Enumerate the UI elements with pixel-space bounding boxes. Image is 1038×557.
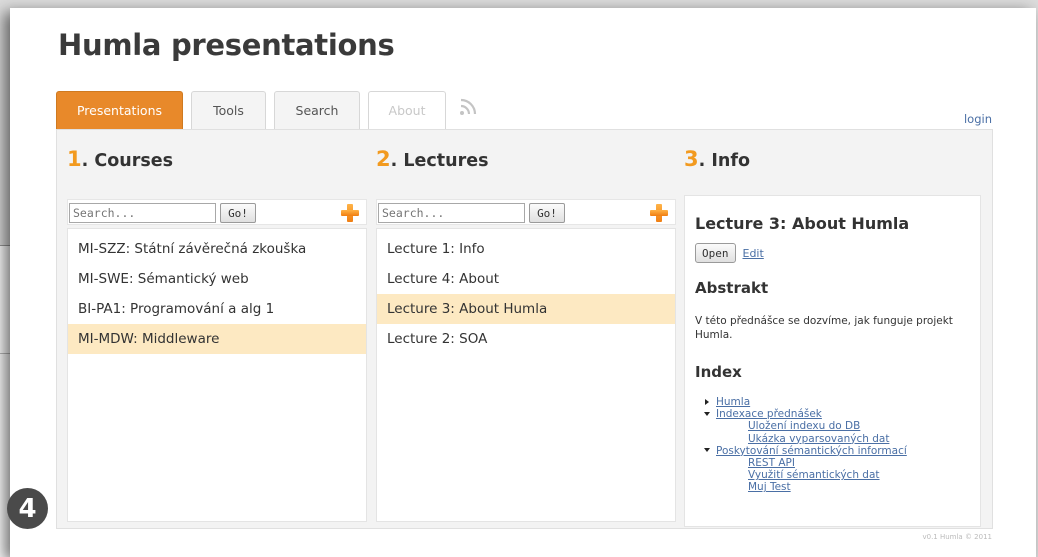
- abstract-heading: Abstrakt: [695, 279, 769, 297]
- login-link[interactable]: login: [964, 112, 992, 126]
- collapse-arrow-icon[interactable]: [703, 410, 712, 419]
- lecture-title: Lecture 3: About Humla: [695, 214, 910, 233]
- list-item[interactable]: Lecture 3: About Humla: [377, 294, 675, 324]
- browser-panel: 1. Courses Go! MI-SZZ: Státní závěrečná …: [56, 129, 993, 529]
- list-item[interactable]: Lecture 2: SOA: [377, 324, 675, 354]
- collapse-arrow-icon[interactable]: [703, 446, 712, 455]
- lectures-title: . Lectures: [390, 151, 489, 171]
- expand-arrow-icon[interactable]: [703, 398, 712, 407]
- info-heading: 3. Info: [684, 147, 750, 171]
- tab-about[interactable]: About: [368, 91, 446, 129]
- tree-link[interactable]: Muj Test: [748, 481, 791, 493]
- main-window: Humla presentations Presentations Tools …: [10, 8, 1036, 557]
- tree-item: Humla: [695, 396, 980, 408]
- tree-link[interactable]: Využití sémantických dat: [748, 469, 880, 481]
- tab-presentations[interactable]: Presentations: [56, 91, 183, 129]
- list-item[interactable]: Lecture 1: Info: [377, 234, 675, 264]
- abstract-text: V této přednášce se dozvíme, jak funguje…: [695, 315, 953, 341]
- list-item[interactable]: MI-SWE: Sémantický web: [68, 264, 366, 294]
- courses-search-bar: Go!: [67, 199, 367, 225]
- list-item[interactable]: MI-SZZ: Státní závěrečná zkouška: [68, 234, 366, 264]
- info-title: . Info: [698, 151, 750, 171]
- tree-link[interactable]: Ukázka vyparsovaných dat: [748, 433, 889, 445]
- courses-go-button[interactable]: Go!: [220, 203, 256, 223]
- tree-link[interactable]: Poskytování sémantických informací: [716, 445, 907, 457]
- tree-item: Uložení indexu do DB: [695, 420, 980, 432]
- tab-bar: Presentations Tools Search About: [56, 88, 478, 129]
- courses-list: MI-SZZ: Státní závěrečná zkouška MI-SWE:…: [67, 228, 367, 522]
- tree-item: Indexace přednášek: [695, 408, 980, 420]
- step-badge: 4: [7, 488, 48, 529]
- info-panel: Lecture 3: About Humla Open Edit Abstrak…: [684, 195, 981, 527]
- list-item[interactable]: BI-PA1: Programování a alg 1: [68, 294, 366, 324]
- tree-item: Využití sémantických dat: [695, 469, 980, 481]
- tree-link[interactable]: Uložení indexu do DB: [748, 420, 860, 432]
- info-step-number: 3: [684, 147, 699, 171]
- tree-link[interactable]: Indexace přednášek: [716, 408, 822, 420]
- lectures-list: Lecture 1: Info Lecture 4: About Lecture…: [376, 228, 676, 522]
- rss-icon[interactable]: [458, 97, 478, 117]
- courses-step-number: 1: [67, 147, 82, 171]
- tab-tools[interactable]: Tools: [191, 91, 266, 129]
- add-lecture-icon[interactable]: [649, 203, 669, 223]
- tab-search[interactable]: Search: [274, 91, 360, 129]
- index-heading: Index: [695, 363, 742, 381]
- lectures-heading: 2. Lectures: [376, 147, 489, 171]
- lectures-search-bar: Go!: [376, 199, 676, 225]
- lectures-step-number: 2: [376, 147, 391, 171]
- lectures-search-input[interactable]: [378, 203, 525, 223]
- add-course-icon[interactable]: [340, 203, 360, 223]
- courses-heading: 1. Courses: [67, 147, 173, 171]
- tree-item: REST API: [695, 457, 980, 469]
- list-item[interactable]: MI-MDW: Middleware: [68, 324, 366, 354]
- edit-link[interactable]: Edit: [743, 247, 764, 260]
- index-tree: Humla Indexace přednášek Uložení indexu …: [695, 396, 980, 494]
- version-footer: v0.1 Humla © 2011: [922, 533, 992, 541]
- open-button[interactable]: Open: [695, 243, 736, 263]
- courses-title: . Courses: [81, 151, 174, 171]
- tree-item: Poskytování sémantických informací: [695, 445, 980, 457]
- tree-item: Muj Test: [695, 481, 980, 493]
- tree-link[interactable]: REST API: [748, 457, 795, 469]
- list-item[interactable]: Lecture 4: About: [377, 264, 675, 294]
- tree-link[interactable]: Humla: [716, 396, 750, 408]
- lectures-go-button[interactable]: Go!: [529, 203, 565, 223]
- page-title: Humla presentations: [58, 28, 395, 62]
- tree-item: Ukázka vyparsovaných dat: [695, 433, 980, 445]
- courses-search-input[interactable]: [69, 203, 216, 223]
- lecture-actions: Open Edit: [695, 243, 980, 263]
